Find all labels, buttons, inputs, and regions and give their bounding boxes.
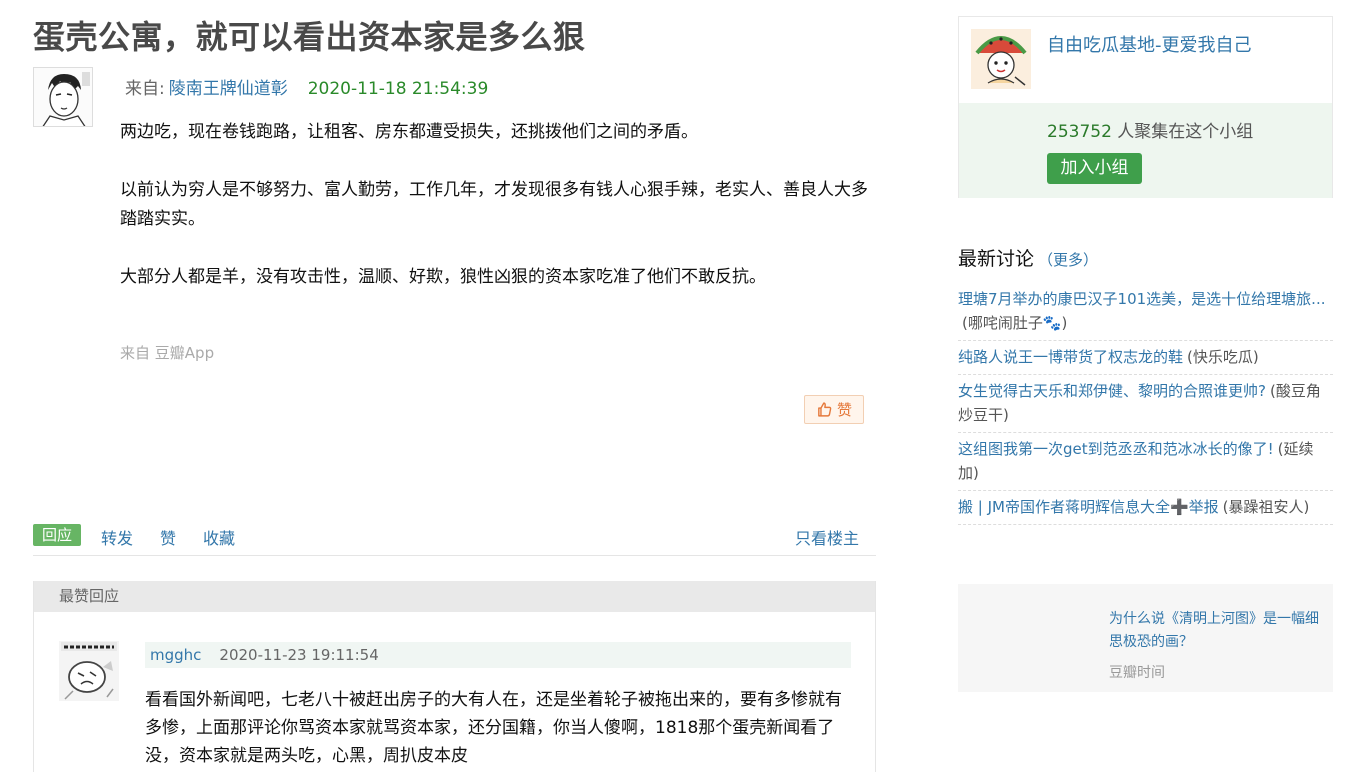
action-bar: 回应 转发 赞 收藏 只看楼主 bbox=[33, 522, 876, 556]
latest-title: 最新讨论 bbox=[958, 248, 1035, 270]
comment-text: 看看国外新闻吧，七老八十被赶出房子的大有人在，还是坐着轮子被拖出来的，要有多惨就… bbox=[145, 690, 842, 766]
topic-item: 女生觉得古天乐和郑伊健、黎明的合照谁更帅? (酸豆角炒豆干) bbox=[958, 375, 1333, 433]
post-via: 来自 豆瓣App bbox=[120, 342, 214, 363]
topic-source: (哪咤闹肚子🐾) bbox=[962, 314, 1068, 332]
post-content: 两边吃，现在卷钱跑路，让租客、房东都遭受损失，还挑拨他们之间的矛盾。 以前认为穷… bbox=[120, 118, 880, 321]
commenter-avatar[interactable] bbox=[59, 641, 119, 701]
topic-link[interactable]: 这组图我第一次get到范丞丞和范冰冰长的像了! bbox=[958, 440, 1274, 458]
ad-card[interactable]: 为什么说《清明上河图》是一幅细思极恐的画？ 豆瓣时间 bbox=[958, 584, 1333, 692]
ad-title-link[interactable]: 为什么说《清明上河图》是一幅细思极恐的画？ bbox=[1109, 608, 1324, 654]
topic-item: 搬 | JM帝国作者蒋明辉信息大全➕举报 (暴躁祖安人) bbox=[958, 491, 1333, 525]
group-avatar[interactable] bbox=[971, 29, 1031, 89]
latest-discussions-heading: 最新讨论 （更多） bbox=[958, 244, 1098, 271]
topic-item: 理塘7月举办的康巴汉子101选美，是选十位给理塘旅... (哪咤闹肚子🐾) bbox=[958, 283, 1333, 341]
comment-meta: mgghc 2020-11-23 19:11:54 bbox=[145, 642, 851, 668]
more-wrap: （更多） bbox=[1038, 251, 1098, 269]
like-button[interactable]: 赞 bbox=[804, 395, 864, 424]
from-label: 来自: bbox=[125, 79, 165, 99]
post-paragraph: 大部分人都是羊，没有攻击性，温顺、好欺，狼性凶狠的资本家吃准了他们不敢反抗。 bbox=[120, 267, 766, 287]
op-only-link[interactable]: 只看楼主 bbox=[795, 525, 859, 549]
post-time: 2020-11-18 21:54:39 bbox=[307, 79, 489, 99]
comment-time: 2020-11-23 19:11:54 bbox=[219, 646, 379, 664]
commenter-link[interactable]: mgghc bbox=[150, 646, 201, 664]
like-label: 赞 bbox=[836, 401, 852, 419]
member-count-number: 253752 bbox=[1047, 122, 1112, 142]
topic-item: 纯路人说王一博带货了权志龙的鞋 (快乐吃瓜) bbox=[958, 341, 1333, 375]
latest-topic-list: 理塘7月举办的康巴汉子101选美，是选十位给理塘旅... (哪咤闹肚子🐾) 纯路人… bbox=[958, 283, 1333, 525]
topic-link[interactable]: 搬 | JM帝国作者蒋明辉信息大全➕举报 bbox=[958, 498, 1219, 516]
post-title: 蛋壳公寓，就可以看出资本家是多么狠 bbox=[33, 18, 586, 56]
author-avatar[interactable] bbox=[33, 67, 93, 127]
repost-link[interactable]: 转发 bbox=[101, 525, 133, 549]
topic-source: (快乐吃瓜) bbox=[1187, 348, 1259, 366]
like-link[interactable]: 赞 bbox=[160, 525, 176, 549]
more-link[interactable]: 更多 bbox=[1053, 251, 1083, 269]
group-name-link[interactable]: 自由吃瓜基地-更爱我自己 bbox=[1047, 31, 1252, 57]
topic-link[interactable]: 理塘7月举办的康巴汉子101选美，是选十位给理塘旅... bbox=[958, 290, 1325, 308]
via-app-link[interactable]: 豆瓣App bbox=[155, 344, 214, 362]
post-paragraph: 以前认为穷人是不够努力、富人勤劳，工作几年，才发现很多有钱人心狠手辣，老实人、善… bbox=[120, 180, 868, 229]
topic-link[interactable]: 女生觉得古天乐和郑伊健、黎明的合照谁更帅? bbox=[958, 382, 1266, 400]
reply-button[interactable]: 回应 bbox=[33, 524, 82, 546]
post-meta: 来自: 陵南王牌仙道彰 2020-11-18 21:54:39 bbox=[125, 74, 488, 99]
author-link[interactable]: 陵南王牌仙道彰 bbox=[169, 79, 288, 99]
group-stats: 253752 人聚集在这个小组 加入小组 bbox=[959, 103, 1332, 198]
topic-item: 这组图我第一次get到范丞丞和范冰冰长的像了! (延续加) bbox=[958, 433, 1333, 491]
best-replies: 最赞回应 mgghc 2020-11-23 19:11:54 看看国外新闻吧，七老… bbox=[33, 581, 876, 772]
group-member-count: 253752 人聚集在这个小组 bbox=[1047, 117, 1253, 142]
join-group-button[interactable]: 加入小组 bbox=[1047, 153, 1142, 184]
thumbs-up-icon bbox=[818, 402, 832, 417]
topic-source: (暴躁祖安人) bbox=[1222, 498, 1310, 516]
via-prefix: 来自 bbox=[120, 344, 151, 362]
group-card: 自由吃瓜基地-更爱我自己 253752 人聚集在这个小组 加入小组 bbox=[958, 16, 1333, 198]
post-paragraph: 两边吃，现在卷钱跑路，让租客、房东都遭受损失，还挑拨他们之间的矛盾。 bbox=[120, 122, 698, 142]
more-open: （ bbox=[1038, 251, 1054, 269]
topic-link[interactable]: 纯路人说王一博带货了权志龙的鞋 bbox=[958, 348, 1183, 366]
collect-link[interactable]: 收藏 bbox=[203, 525, 235, 549]
best-replies-header: 最赞回应 bbox=[34, 581, 875, 612]
ad-source: 豆瓣时间 bbox=[1109, 665, 1165, 681]
more-close: ） bbox=[1083, 251, 1099, 269]
member-count-suffix: 人聚集在这个小组 bbox=[1111, 122, 1254, 142]
